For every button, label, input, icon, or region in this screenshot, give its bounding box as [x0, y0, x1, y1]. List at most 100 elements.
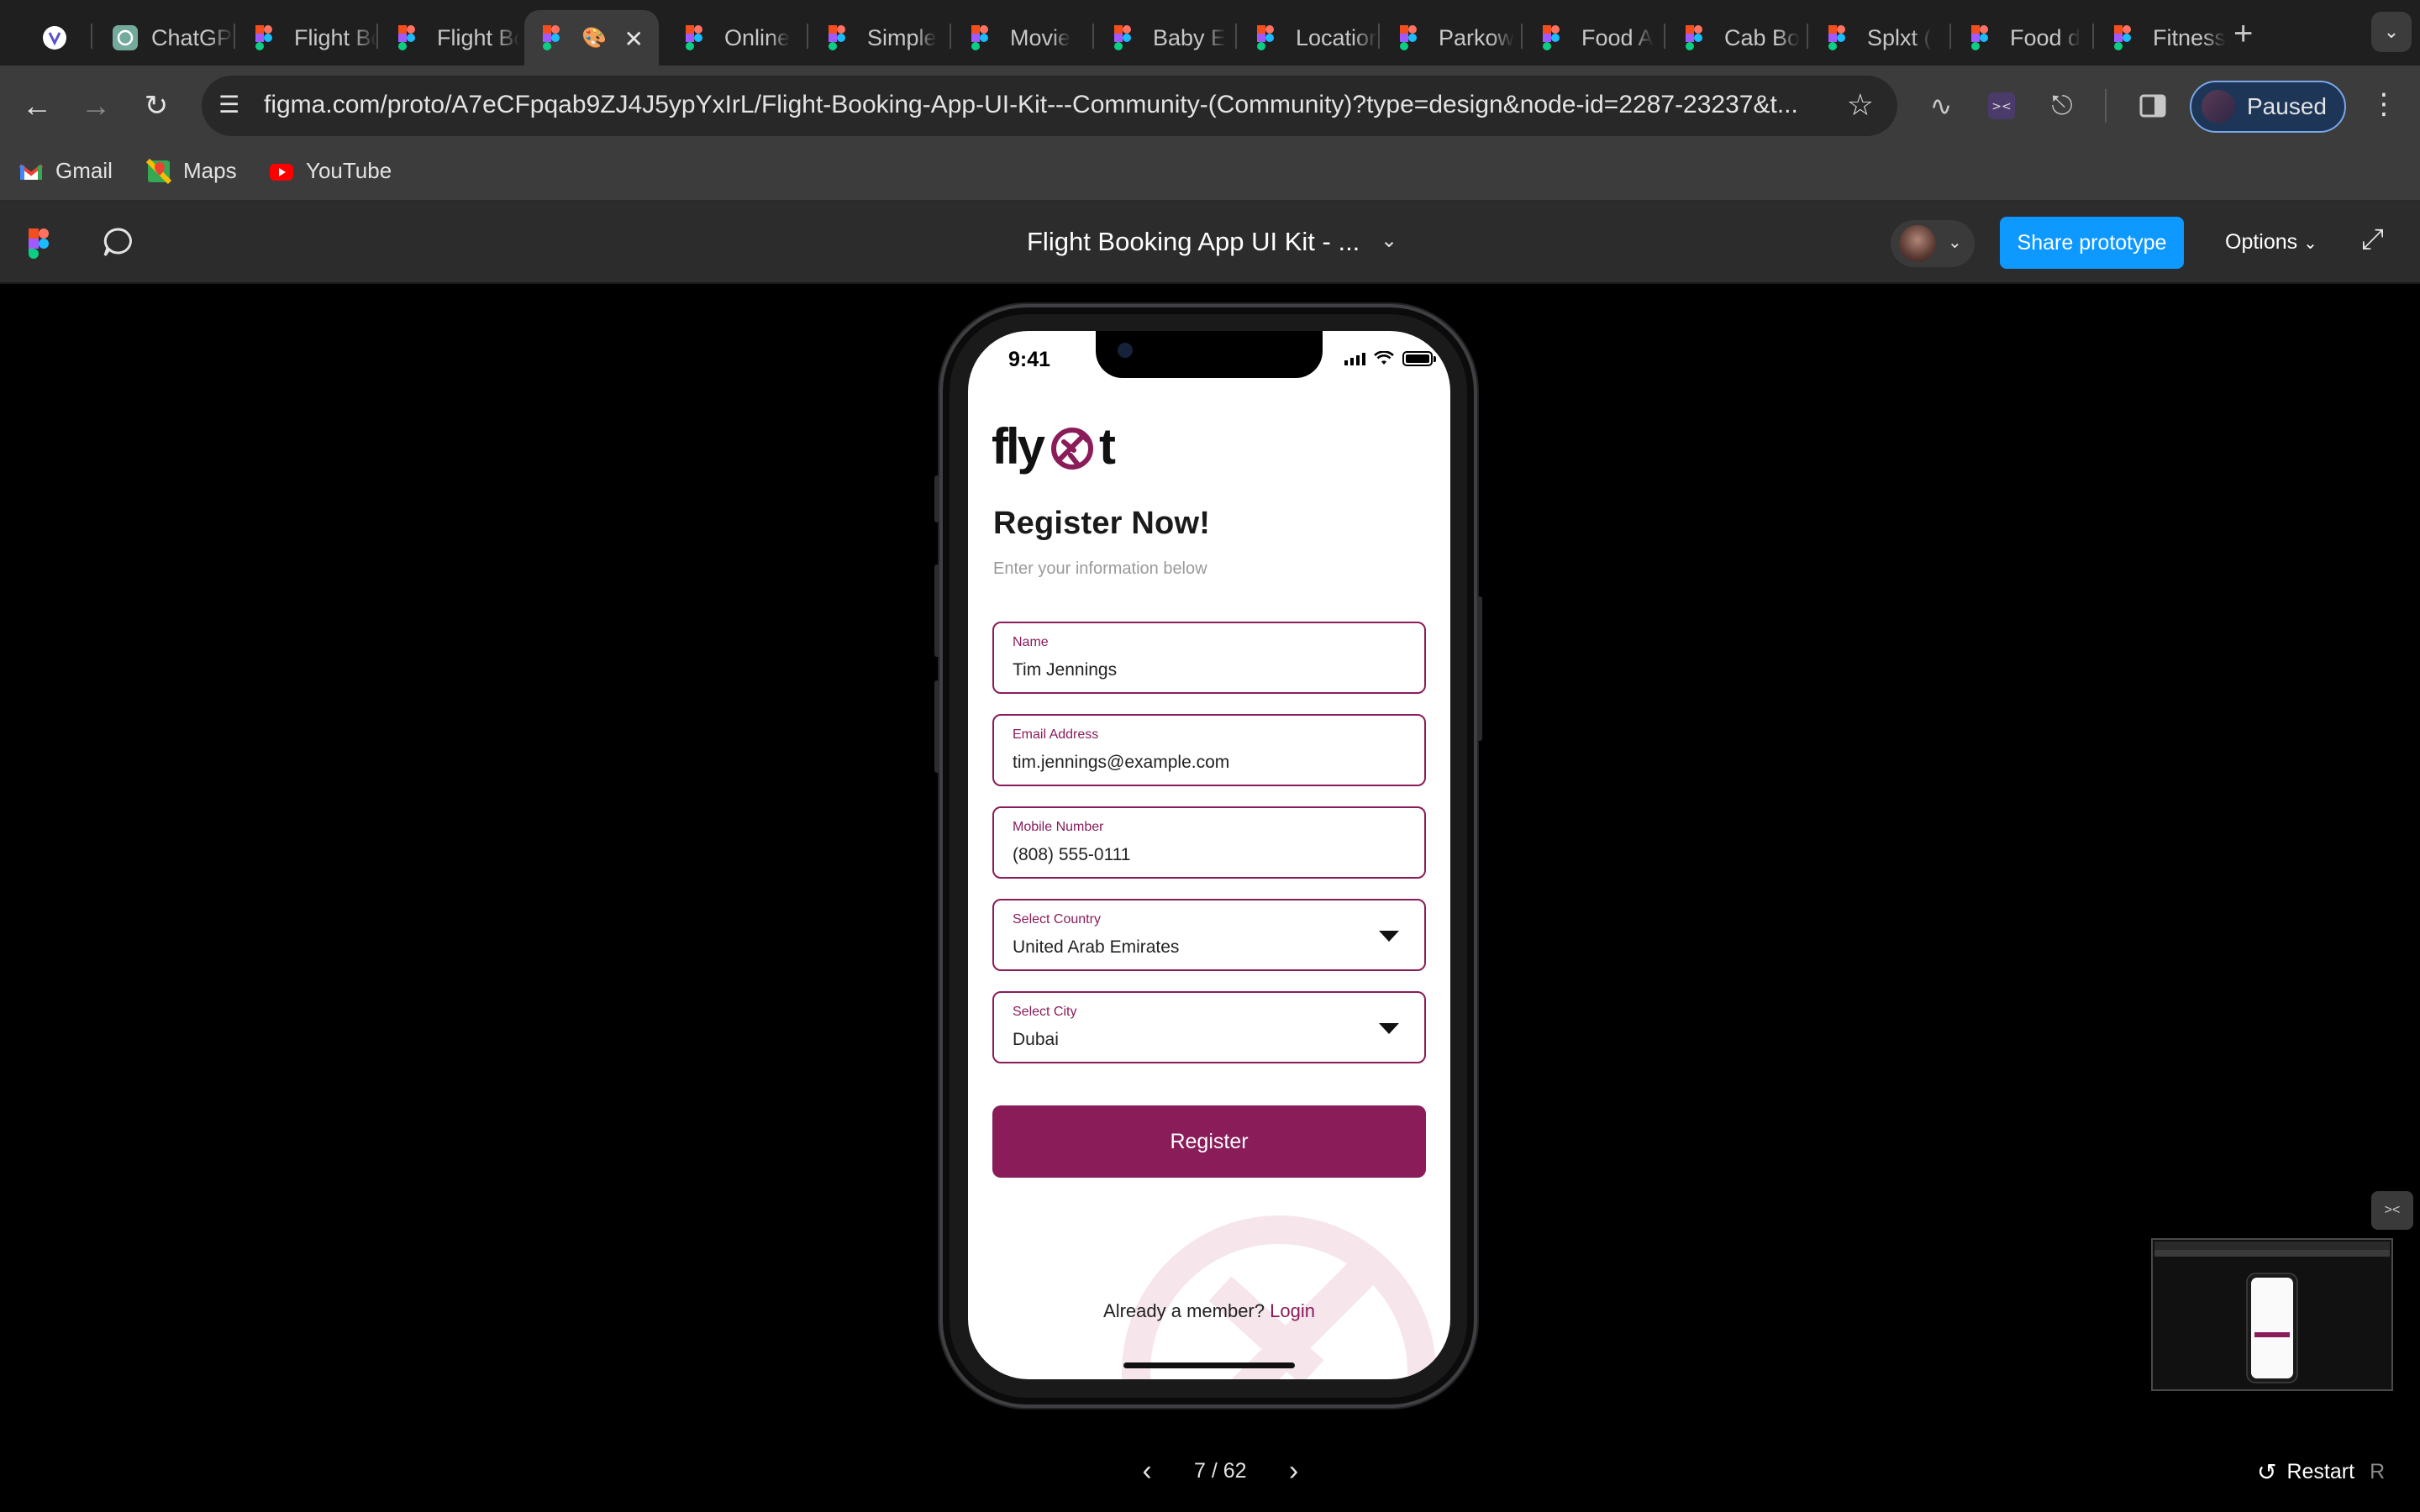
app-screen: 9:41 fly t Register Now! Enter your info… [968, 331, 1450, 1379]
browser-tab[interactable]: Simple [810, 10, 950, 66]
bookmark-star-icon[interactable]: ☆ [1847, 87, 1874, 123]
figma-icon [1543, 25, 1568, 50]
tab-separator [91, 24, 92, 49]
close-tab-icon[interactable]: ✕ [624, 25, 644, 53]
tab-separator [1092, 24, 1094, 49]
bookmarks-bar: Gmail Maps YouTube [0, 146, 2420, 202]
restart-button[interactable]: ↺ Restart R [2257, 1458, 2385, 1486]
restart-icon: ↺ [2257, 1459, 2277, 1485]
browser-menu-icon[interactable]: ⋮ [2370, 87, 2398, 121]
bookmark-gmail[interactable]: Gmail [18, 158, 113, 184]
next-frame-button[interactable]: › [1277, 1455, 1311, 1488]
back-button[interactable]: ← [17, 86, 57, 126]
login-link[interactable]: Login [1270, 1300, 1315, 1321]
previous-frame-button[interactable]: ‹ [1130, 1455, 1164, 1488]
figma-icon [398, 25, 424, 50]
figma-icon [2114, 25, 2139, 50]
tab-title: Location [1296, 24, 1378, 50]
forward-button[interactable]: → [76, 86, 116, 126]
email-field[interactable]: Email Address tim.jennings@example.com [992, 714, 1426, 786]
register-button[interactable]: Register [992, 1105, 1426, 1178]
field-label: Email Address [1013, 727, 1099, 742]
tab-separator [950, 24, 951, 49]
browser-toolbar: ← → ↻ ☰ figma.com/proto/A7eCFpqab9ZJ4J5y… [0, 66, 2420, 146]
status-icons [1344, 351, 1436, 366]
activity-icon[interactable]: ∿ [1921, 86, 1961, 126]
address-bar[interactable]: ☰ figma.com/proto/A7eCFpqab9ZJ4J5ypYxIrL… [202, 76, 1897, 136]
reload-button[interactable]: ↻ [136, 86, 176, 126]
profile-button[interactable]: Paused [2190, 81, 2346, 133]
browser-tab[interactable]: 🎨 ✕ [524, 10, 659, 66]
options-menu[interactable]: Options ⌄ [2225, 230, 2317, 255]
profile-avatar [2202, 90, 2235, 123]
city-select[interactable]: Select City Dubai [992, 991, 1426, 1063]
browser-tab[interactable] [24, 10, 82, 66]
browser-tab-strip: ChatGPTFlight BookingFlight Booking🎨✕Onl… [0, 0, 2420, 66]
tab-title: Food A [1581, 24, 1654, 50]
fullscreen-icon[interactable]: ⤢ [2361, 223, 2384, 256]
figma-icon [1971, 25, 1996, 50]
chevron-down-icon[interactable]: ⌄ [1381, 228, 1397, 253]
chevron-down-icon: ⌄ [1948, 234, 1962, 252]
figma-logo-icon[interactable] [29, 228, 49, 263]
tab-separator [376, 24, 378, 49]
tab-title: ChatGPT [151, 24, 234, 50]
share-prototype-button[interactable]: Share prototype [2000, 217, 2184, 269]
extension-icon[interactable]: >< [1981, 86, 2022, 126]
browser-tab[interactable]: Location [1239, 10, 1378, 66]
browser-tab[interactable]: Splxt ( [1810, 10, 1949, 66]
battery-icon [1402, 351, 1436, 366]
avatar [1899, 225, 1936, 262]
member-prompt-text: Already a member? [1103, 1300, 1265, 1321]
browser-tab[interactable]: Food A [1524, 10, 1664, 66]
browser-tab[interactable]: ChatGPT [94, 10, 234, 66]
country-select[interactable]: Select Country United Arab Emirates [992, 899, 1426, 971]
caret-down-icon[interactable] [1379, 1023, 1399, 1034]
new-tab-button[interactable]: + [2233, 15, 2253, 53]
field-label: Select City [1013, 1005, 1077, 1019]
bookmark-label: Maps [183, 158, 237, 183]
browser-tab[interactable]: Parkow [1381, 10, 1521, 66]
tab-title: Movie [1010, 24, 1071, 50]
phone-side-button [934, 680, 939, 773]
tab-title: Parkow [1439, 24, 1515, 50]
viewer-avatar-menu[interactable]: ⌄ [1891, 220, 1975, 267]
tab-title: Cab Bo [1724, 24, 1801, 50]
browser-tab[interactable]: Fitness [2096, 10, 2235, 66]
toolbar-divider [2105, 89, 2107, 123]
bookmark-maps[interactable]: Maps [145, 158, 237, 184]
flow-minimap[interactable] [2151, 1238, 2393, 1391]
email-input[interactable]: tim.jennings@example.com [1013, 753, 1382, 773]
tab-title: Online [724, 24, 791, 50]
browser-tab[interactable]: Movie [953, 10, 1092, 66]
brand-text-right: t [1099, 418, 1116, 475]
tab-separator [1949, 24, 1951, 49]
site-info-icon[interactable]: ☰ [218, 91, 249, 121]
phone-notch [1096, 331, 1323, 378]
side-panel-icon[interactable] [2133, 86, 2173, 126]
url-text[interactable]: figma.com/proto/A7eCFpqab9ZJ4J5ypYxIrL/F… [264, 91, 1844, 119]
browser-tab[interactable]: Cab Bo [1667, 10, 1807, 66]
mobile-number-input[interactable]: (808) 555-0111 [1013, 845, 1382, 865]
bookmark-youtube[interactable]: YouTube [269, 158, 392, 184]
extensions-puzzle-icon[interactable]: ⎋ [2042, 86, 2082, 126]
profile-status: Paused [2247, 93, 2327, 119]
comment-icon[interactable] [101, 225, 136, 260]
caret-down-icon[interactable] [1379, 931, 1399, 942]
name-field[interactable]: Name Tim Jennings [992, 622, 1426, 694]
gmail-icon [18, 159, 44, 184]
figma-icon [255, 25, 281, 50]
extension-badge-icon[interactable]: >< [2371, 1191, 2413, 1230]
browser-tab[interactable]: Baby E [1096, 10, 1235, 66]
plane-watermark-icon [1122, 1215, 1436, 1379]
figma-icon [971, 25, 997, 50]
browser-tab[interactable]: Flight Booking [237, 10, 376, 66]
browser-tab[interactable]: Online [667, 10, 807, 66]
browser-tab[interactable]: Flight Booking [380, 10, 519, 66]
home-indicator [1123, 1362, 1295, 1368]
mobile-number-field[interactable]: Mobile Number (808) 555-0111 [992, 806, 1426, 879]
browser-tab[interactable]: Food d [1953, 10, 2092, 66]
name-input[interactable]: Tim Jennings [1013, 660, 1382, 680]
file-title[interactable]: Flight Booking App UI Kit - ... [1027, 227, 1360, 257]
tab-search-button[interactable]: ⌄ [2371, 12, 2412, 52]
